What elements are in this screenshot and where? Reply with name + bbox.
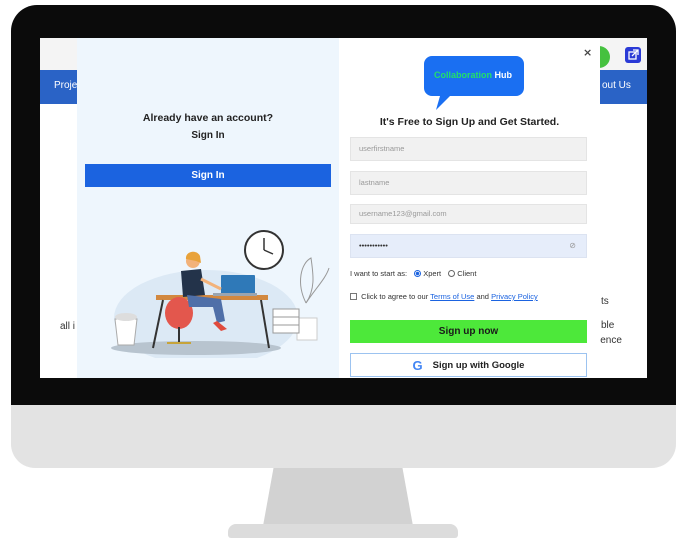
already-account-heading: Already have an account? xyxy=(142,112,274,124)
privacy-policy-link[interactable]: Privacy Policy xyxy=(491,292,538,301)
background-text-right-3: ience xyxy=(598,335,622,346)
google-signup-button[interactable]: G Sign up with Google xyxy=(350,353,587,377)
option-xpert-label[interactable]: Xpert xyxy=(423,269,441,278)
close-icon[interactable]: × xyxy=(583,46,592,59)
radio-xpert[interactable] xyxy=(414,270,422,277)
google-icon: G xyxy=(412,357,423,373)
workspace-illustration xyxy=(111,230,330,358)
terms-of-use-link[interactable]: Terms of Use xyxy=(430,292,474,301)
background-text-left: all i xyxy=(60,321,76,332)
eye-off-icon[interactable]: ⊘ xyxy=(569,235,576,257)
monitor-stand-neck xyxy=(263,468,413,526)
radio-client[interactable] xyxy=(448,270,456,277)
email-input[interactable]: username123@gmail.com xyxy=(350,204,587,224)
google-signup-label: Sign up with Google xyxy=(432,359,525,371)
start-as-row: I want to start as: Xpert Client xyxy=(350,269,476,278)
option-client-label[interactable]: Client xyxy=(457,269,476,278)
monitor-stand-base xyxy=(228,524,458,538)
terms-prefix: Click to agree to our xyxy=(361,292,429,301)
nav-item-projects[interactable]: Proje xyxy=(54,80,77,91)
monitor-mockup: Proje out Us all i ts ble ience Already … xyxy=(0,0,682,545)
collaboration-hub-logo xyxy=(424,56,524,110)
signup-modal: Already have an account? Sign In Sign In xyxy=(77,38,600,378)
monitor-chin xyxy=(11,405,676,468)
background-text-right-1: ts xyxy=(601,296,609,307)
background-text-right-2: ble xyxy=(601,320,615,331)
modal-left-panel: Already have an account? Sign In Sign In xyxy=(77,38,339,378)
password-input[interactable]: ••••••••••• ⊘ xyxy=(350,234,587,258)
terms-row: Click to agree to our Terms of Use and P… xyxy=(350,292,538,301)
logo-text: Collaboration Hub xyxy=(433,70,512,80)
start-as-label: I want to start as: xyxy=(350,269,408,278)
firstname-input[interactable]: userfirstname xyxy=(350,137,587,161)
terms-and: and xyxy=(476,292,489,301)
signup-tagline: It's Free to Sign Up and Get Started. xyxy=(379,116,560,128)
nav-item-about-us[interactable]: out Us xyxy=(602,80,631,91)
share-icon[interactable] xyxy=(625,47,641,63)
password-value: ••••••••••• xyxy=(359,241,388,250)
signup-button[interactable]: Sign up now xyxy=(350,320,587,343)
signin-link[interactable]: Sign In xyxy=(77,130,339,141)
lastname-input[interactable]: lastname xyxy=(350,171,587,195)
screen: Proje out Us all i ts ble ience Already … xyxy=(40,38,647,378)
terms-checkbox[interactable] xyxy=(350,293,357,300)
signin-button[interactable]: Sign In xyxy=(85,164,331,187)
